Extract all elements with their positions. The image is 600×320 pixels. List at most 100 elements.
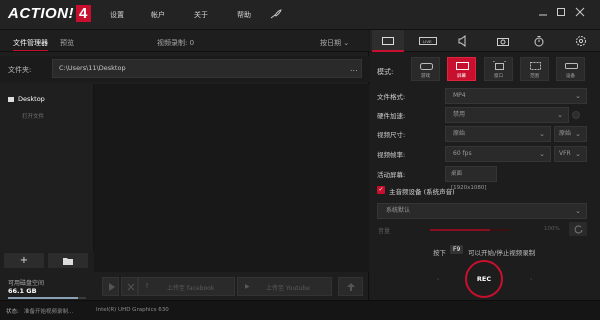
add-folder-button[interactable]: + <box>4 253 44 268</box>
status-bar <box>0 300 600 320</box>
browse-folder-button[interactable]: ... <box>350 64 358 73</box>
hint-text: 可以开始/停止视频录制 <box>468 249 536 257</box>
folder-open-icon <box>63 258 73 265</box>
status-text: 准备开始视频录制... <box>24 309 74 315</box>
size-label: 视频尺寸: <box>377 131 406 139</box>
chevron-down-icon: ⌄ <box>343 39 350 47</box>
camera-icon <box>497 38 509 46</box>
mode-device-button[interactable]: 设备 <box>556 57 585 81</box>
play-icon <box>109 283 115 291</box>
frame-mode-select[interactable]: VFR ⌄ <box>554 146 587 162</box>
folder-icon <box>8 96 14 102</box>
folder-label: 文件夹: <box>8 66 32 74</box>
svg-text:LIVE: LIVE <box>423 39 432 44</box>
close-icon[interactable] <box>574 6 586 18</box>
format-label: 文件格式: <box>377 93 406 101</box>
active-screen-select[interactable]: 桌面 [1920x1080] <box>445 166 497 191</box>
menu-settings[interactable]: 设置 <box>110 10 124 20</box>
mode-screen-button[interactable]: 屏幕 <box>447 57 476 81</box>
volume-slider-fill <box>430 229 490 231</box>
play-button[interactable] <box>102 277 119 296</box>
live-icon: LIVE <box>419 37 437 45</box>
open-folder-button[interactable] <box>48 253 88 268</box>
disk-space-fill <box>8 297 79 299</box>
record-button[interactable]: REC <box>465 260 503 298</box>
chevron-down-icon: ⌄ <box>575 92 581 100</box>
reset-volume-button[interactable] <box>569 222 587 236</box>
volume-percent: 100% <box>544 226 560 232</box>
hwaccel-indicator <box>572 111 580 119</box>
screen-icon <box>456 62 469 70</box>
chevron-down-icon: ⌄ <box>539 150 545 158</box>
tab-scheduler[interactable] <box>523 30 555 52</box>
delete-button[interactable] <box>121 277 138 296</box>
minimize-icon[interactable] <box>537 6 549 18</box>
device-icon <box>565 63 578 69</box>
menu-about[interactable]: 关于 <box>194 10 208 20</box>
volume-label: 音量 <box>378 228 391 235</box>
disk-space-label: 可用磁盘空间 <box>8 280 45 287</box>
hwaccel-select[interactable]: 禁用 ⌄ <box>445 107 569 123</box>
timer-icon <box>534 36 544 47</box>
chevron-down-icon: ⌄ <box>575 150 581 158</box>
tree-item-open-folder[interactable]: 打开文件 <box>22 112 44 120</box>
audio-checkbox[interactable]: ✓ <box>377 186 385 194</box>
tab-audio[interactable] <box>447 30 479 52</box>
menu-account[interactable]: 帐户 <box>151 10 165 20</box>
format-select[interactable]: MP4 ⌄ <box>445 88 587 104</box>
tab-video-recording[interactable] <box>372 30 404 52</box>
mode-game-button[interactable]: 游戏 <box>411 57 440 81</box>
status-label: 状态: <box>6 309 19 315</box>
tab-screenshot[interactable] <box>487 30 519 52</box>
audio-device-label: 主音频设备 (系统声音) <box>389 188 455 196</box>
chevron-left-icon[interactable]: ‹ <box>437 276 439 283</box>
brush-icon[interactable] <box>270 9 282 21</box>
chevron-down-icon: ⌄ <box>575 130 581 138</box>
facebook-icon: f <box>146 283 149 290</box>
video-count: 视频录制: 0 <box>157 39 195 47</box>
upload-icon <box>347 283 355 291</box>
app-logo: ACTION! 4 <box>8 5 91 22</box>
tab-live-stream[interactable]: LIVE <box>412 30 444 52</box>
window-icon <box>493 61 506 70</box>
video-icon <box>382 37 394 45</box>
hotkey-badge: F9 <box>450 245 464 254</box>
hint-prefix: 按下 <box>433 249 446 257</box>
chevron-down-icon: ⌄ <box>575 207 581 215</box>
tab-settings[interactable] <box>565 30 597 52</box>
gear-icon <box>576 36 586 46</box>
mode-region-button[interactable]: 范围 <box>520 57 549 81</box>
upload-button[interactable] <box>338 277 363 296</box>
region-icon <box>530 62 541 70</box>
screen-label: 活动屏幕: <box>377 171 406 179</box>
audio-device-select[interactable]: 系统默认 ⌄ <box>377 203 587 219</box>
maximize-icon[interactable] <box>555 6 567 18</box>
folder-path-input[interactable]: C:\Users\11\Desktop <box>52 59 362 78</box>
chevron-down-icon: ⌄ <box>557 111 563 119</box>
speaker-icon <box>458 35 466 47</box>
tab-file-manager[interactable]: 文件管理器 <box>13 38 48 51</box>
size-select[interactable]: 原始 ⌄ <box>445 126 551 142</box>
mode-window-button[interactable]: 窗口 <box>484 57 513 81</box>
fps-select[interactable]: 60 fps ⌄ <box>445 146 551 162</box>
folder-tree <box>0 84 94 252</box>
sort-dropdown[interactable]: 按日期 ⌄ <box>320 38 349 48</box>
chevron-right-icon[interactable]: › <box>530 276 532 283</box>
upload-youtube-button[interactable]: ▶ 上传至 Youtube <box>237 277 332 296</box>
tree-item-desktop[interactable]: Desktop <box>8 95 45 103</box>
size-secondary-select[interactable]: 原始 ⌄ <box>554 126 587 142</box>
hwaccel-label: 硬件加速: <box>377 112 406 120</box>
youtube-icon: ▶ <box>245 283 250 290</box>
reset-icon <box>574 225 583 234</box>
close-icon <box>127 283 135 291</box>
tab-preview[interactable]: 预览 <box>60 38 74 48</box>
upload-facebook-button[interactable]: f 上传至 facebook <box>138 277 235 296</box>
menu-help[interactable]: 帮助 <box>237 10 251 20</box>
mode-label: 模式: <box>377 68 394 76</box>
fps-label: 视频帧率: <box>377 151 406 159</box>
gamepad-icon <box>420 63 433 70</box>
chevron-down-icon: ⌄ <box>539 130 545 138</box>
file-list-area[interactable] <box>94 84 369 272</box>
status-gpu: Intel(R) UHD Graphics 630 <box>96 307 169 313</box>
disk-space-value: 66.1 GB <box>8 287 37 295</box>
